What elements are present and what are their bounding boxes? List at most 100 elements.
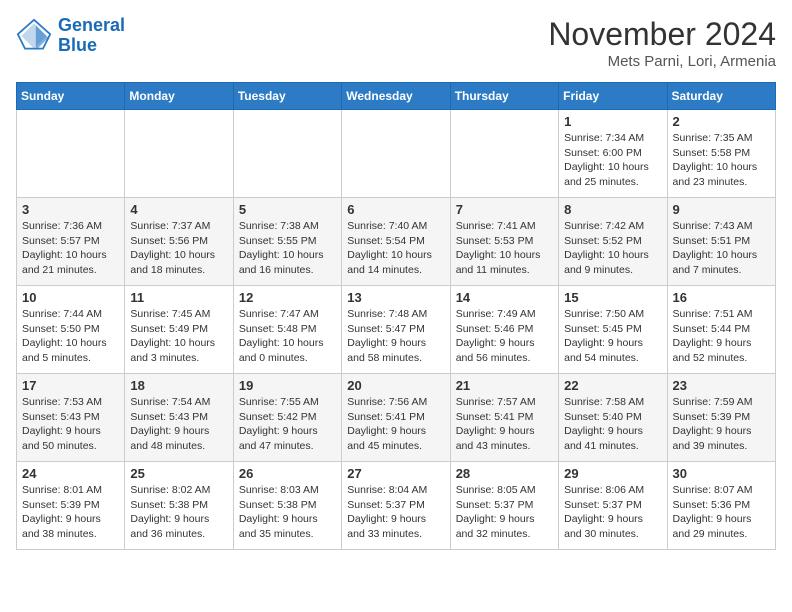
day-number: 8 [564,202,661,217]
calendar-cell: 17 Sunrise: 7:53 AMSunset: 5:43 PMDayligh… [17,374,125,462]
calendar-cell [342,110,450,198]
day-info: Sunrise: 7:57 AMSunset: 5:41 PMDaylight:… [456,395,553,454]
day-number: 27 [347,466,444,481]
location: Mets Parni, Lori, Armenia [548,53,776,70]
day-info: Sunrise: 7:43 AMSunset: 5:51 PMDaylight:… [673,219,770,278]
day-number: 22 [564,378,661,393]
day-number: 4 [130,202,227,217]
day-info: Sunrise: 8:04 AMSunset: 5:37 PMDaylight:… [347,483,444,542]
logo-icon [16,18,52,54]
day-number: 20 [347,378,444,393]
calendar-cell: 11Sunrise: 7:45 AMSunset: 5:49 PMDayligh… [125,286,233,374]
day-number: 17 [22,378,119,393]
day-info: Sunrise: 7:50 AMSunset: 5:45 PMDaylight:… [564,307,661,366]
calendar-cell: 8 Sunrise: 7:42 AMSunset: 5:52 PMDaylight… [559,198,667,286]
calendar-cell: 16 Sunrise: 7:51 AMSunset: 5:44 PMDayligh… [667,286,775,374]
day-number: 1 [564,114,661,129]
calendar-week: 3Sunrise: 7:36 AMSunset: 5:57 PMDaylight… [17,198,776,286]
day-info: Sunrise: 7:38 AMSunset: 5:55 PMDaylight:… [239,219,336,278]
day-info: Sunrise: 7:34 AMSunset: 6:00 PMDaylight:… [564,131,661,190]
calendar-cell: 21 Sunrise: 7:57 AMSunset: 5:41 PMDayligh… [450,374,558,462]
day-number: 6 [347,202,444,217]
day-info: Sunrise: 7:40 AMSunset: 5:54 PMDaylight:… [347,219,444,278]
calendar-cell: 14 Sunrise: 7:49 AMSunset: 5:46 PMDayligh… [450,286,558,374]
day-number: 28 [456,466,553,481]
calendar-cell: 15 Sunrise: 7:50 AMSunset: 5:45 PMDayligh… [559,286,667,374]
day-info: Sunrise: 8:06 AMSunset: 5:37 PMDaylight:… [564,483,661,542]
page-header: General Blue November 2024 Mets Parni, L… [16,16,776,70]
calendar-cell: 13 Sunrise: 7:48 AMSunset: 5:47 PMDayligh… [342,286,450,374]
calendar-cell: 3Sunrise: 7:36 AMSunset: 5:57 PMDaylight… [17,198,125,286]
day-info: Sunrise: 8:05 AMSunset: 5:37 PMDaylight:… [456,483,553,542]
weekday-header: Wednesday [342,83,450,110]
calendar-cell: 19Sunrise: 7:55 AMSunset: 5:42 PMDayligh… [233,374,341,462]
day-number: 18 [130,378,227,393]
calendar-cell: 27 Sunrise: 8:04 AMSunset: 5:37 PMDayligh… [342,462,450,550]
day-number: 13 [347,290,444,305]
day-number: 7 [456,202,553,217]
day-number: 3 [22,202,119,217]
day-info: Sunrise: 7:53 AMSunset: 5:43 PMDaylight:… [22,395,119,454]
day-info: Sunrise: 7:51 AMSunset: 5:44 PMDaylight:… [673,307,770,366]
calendar-cell: 28 Sunrise: 8:05 AMSunset: 5:37 PMDayligh… [450,462,558,550]
weekday-header: Tuesday [233,83,341,110]
day-info: Sunrise: 7:58 AMSunset: 5:40 PMDaylight:… [564,395,661,454]
day-info: Sunrise: 7:55 AMSunset: 5:42 PMDaylight:… [239,395,336,454]
day-number: 25 [130,466,227,481]
weekday-header: Thursday [450,83,558,110]
day-info: Sunrise: 7:48 AMSunset: 5:47 PMDaylight:… [347,307,444,366]
calendar-cell: 20 Sunrise: 7:56 AMSunset: 5:41 PMDayligh… [342,374,450,462]
day-info: Sunrise: 8:07 AMSunset: 5:36 PMDaylight:… [673,483,770,542]
calendar-week: 1 Sunrise: 7:34 AMSunset: 6:00 PMDaylight… [17,110,776,198]
day-info: Sunrise: 7:49 AMSunset: 5:46 PMDaylight:… [456,307,553,366]
day-number: 2 [673,114,770,129]
day-number: 9 [673,202,770,217]
day-number: 10 [22,290,119,305]
day-info: Sunrise: 8:03 AMSunset: 5:38 PMDaylight:… [239,483,336,542]
day-number: 23 [673,378,770,393]
day-number: 24 [22,466,119,481]
calendar-cell: 30 Sunrise: 8:07 AMSunset: 5:36 PMDayligh… [667,462,775,550]
day-info: Sunrise: 7:44 AMSunset: 5:50 PMDaylight:… [22,307,119,366]
calendar-cell: 18Sunrise: 7:54 AMSunset: 5:43 PMDayligh… [125,374,233,462]
calendar-cell: 22 Sunrise: 7:58 AMSunset: 5:40 PMDayligh… [559,374,667,462]
day-info: Sunrise: 7:41 AMSunset: 5:53 PMDaylight:… [456,219,553,278]
calendar-cell: 29Sunrise: 8:06 AMSunset: 5:37 PMDayligh… [559,462,667,550]
day-number: 15 [564,290,661,305]
calendar-week: 17 Sunrise: 7:53 AMSunset: 5:43 PMDayligh… [17,374,776,462]
logo: General Blue [16,16,125,56]
day-info: Sunrise: 8:02 AMSunset: 5:38 PMDaylight:… [130,483,227,542]
calendar-cell: 10 Sunrise: 7:44 AMSunset: 5:50 PMDayligh… [17,286,125,374]
day-number: 21 [456,378,553,393]
month-title: November 2024 [548,16,776,53]
day-number: 16 [673,290,770,305]
day-info: Sunrise: 7:45 AMSunset: 5:49 PMDaylight:… [130,307,227,366]
day-info: Sunrise: 7:59 AMSunset: 5:39 PMDaylight:… [673,395,770,454]
calendar-week: 24 Sunrise: 8:01 AMSunset: 5:39 PMDayligh… [17,462,776,550]
title-block: November 2024 Mets Parni, Lori, Armenia [548,16,776,70]
day-info: Sunrise: 7:47 AMSunset: 5:48 PMDaylight:… [239,307,336,366]
calendar-cell: 7 Sunrise: 7:41 AMSunset: 5:53 PMDaylight… [450,198,558,286]
calendar-cell [17,110,125,198]
logo-text: General Blue [58,16,125,56]
day-info: Sunrise: 8:01 AMSunset: 5:39 PMDaylight:… [22,483,119,542]
day-number: 26 [239,466,336,481]
calendar-cell: 24 Sunrise: 8:01 AMSunset: 5:39 PMDayligh… [17,462,125,550]
day-info: Sunrise: 7:42 AMSunset: 5:52 PMDaylight:… [564,219,661,278]
calendar-cell [125,110,233,198]
calendar-cell [450,110,558,198]
calendar-cell: 26 Sunrise: 8:03 AMSunset: 5:38 PMDayligh… [233,462,341,550]
day-info: Sunrise: 7:35 AMSunset: 5:58 PMDaylight:… [673,131,770,190]
day-number: 30 [673,466,770,481]
calendar-week: 10 Sunrise: 7:44 AMSunset: 5:50 PMDayligh… [17,286,776,374]
day-number: 12 [239,290,336,305]
day-number: 14 [456,290,553,305]
day-info: Sunrise: 7:37 AMSunset: 5:56 PMDaylight:… [130,219,227,278]
calendar-cell: 5Sunrise: 7:38 AMSunset: 5:55 PMDaylight… [233,198,341,286]
calendar-cell: 23 Sunrise: 7:59 AMSunset: 5:39 PMDayligh… [667,374,775,462]
calendar-cell: 2 Sunrise: 7:35 AMSunset: 5:58 PMDaylight… [667,110,775,198]
weekday-header: Monday [125,83,233,110]
calendar-cell: 25 Sunrise: 8:02 AMSunset: 5:38 PMDayligh… [125,462,233,550]
day-info: Sunrise: 7:56 AMSunset: 5:41 PMDaylight:… [347,395,444,454]
calendar-cell: 6 Sunrise: 7:40 AMSunset: 5:54 PMDaylight… [342,198,450,286]
